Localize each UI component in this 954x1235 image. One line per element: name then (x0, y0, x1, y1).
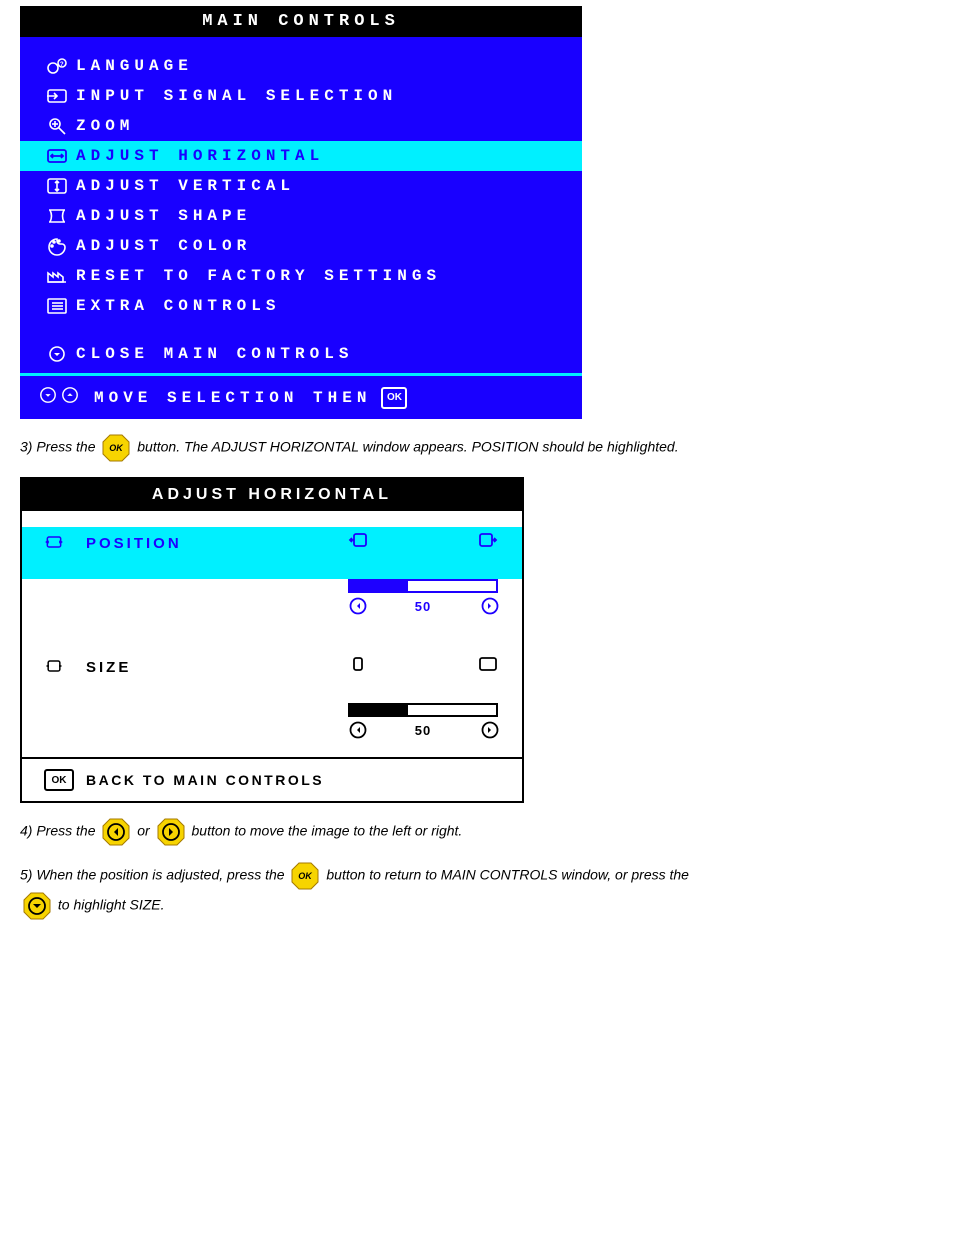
right-circle-icon[interactable] (480, 721, 498, 739)
menu-item-adjust-color[interactable]: ADJUST COLOR (20, 231, 582, 261)
shift-right-icon (478, 531, 498, 553)
size-progress (348, 703, 498, 717)
list-icon (38, 296, 76, 316)
left-button[interactable] (101, 817, 131, 847)
h-position-icon (44, 531, 86, 551)
menu-label: EXTRA CONTROLS (76, 297, 280, 315)
osd-menu: ? LANGUAGE INPUT SIGNAL SELECTION ZOOM A… (20, 37, 582, 373)
menu-label: ZOOM (76, 117, 134, 135)
menu-item-close[interactable]: CLOSE MAIN CONTROLS (20, 339, 582, 369)
menu-item-zoom[interactable]: ZOOM (20, 111, 582, 141)
menu-label: ADJUST VERTICAL (76, 177, 295, 195)
hint-text: MOVE SELECTION THEN (94, 389, 371, 407)
down-circle-icon (38, 344, 76, 364)
osd2-back[interactable]: OK BACK TO MAIN CONTROLS (22, 757, 522, 801)
ok-icon: OK (44, 769, 74, 791)
menu-label: RESET TO FACTORY SETTINGS (76, 267, 441, 285)
right-circle-icon[interactable] (480, 597, 498, 615)
svg-text:OK: OK (299, 871, 314, 881)
wide-icon (478, 655, 498, 677)
adjust-vertical-icon (38, 176, 76, 196)
back-label: BACK TO MAIN CONTROLS (86, 772, 324, 788)
ok-button[interactable]: OK (101, 433, 131, 463)
left-circle-icon[interactable] (348, 721, 366, 739)
option-size[interactable]: SIZE (22, 651, 522, 703)
adjust-horizontal-icon (38, 146, 76, 166)
option-label: POSITION (86, 531, 338, 552)
osd-title: MAIN CONTROLS (20, 6, 582, 37)
position-value: 50 (415, 599, 431, 614)
menu-label: ADJUST COLOR (76, 237, 251, 255)
menu-item-adjust-vertical[interactable]: ADJUST VERTICAL (20, 171, 582, 201)
menu-item-factory-reset[interactable]: RESET TO FACTORY SETTINGS (20, 261, 582, 291)
language-icon: ? (38, 56, 76, 76)
osd-hint-bar: MOVE SELECTION THEN OK (20, 373, 582, 419)
osd2-title: ADJUST HORIZONTAL (22, 479, 522, 511)
ok-icon: OK (381, 387, 407, 409)
zoom-icon (38, 116, 76, 136)
menu-label: LANGUAGE (76, 57, 193, 75)
position-progress (348, 579, 498, 593)
menu-item-language[interactable]: ? LANGUAGE (20, 51, 582, 81)
step-4: 4) Press the or button to move the image… (20, 817, 900, 847)
left-circle-icon[interactable] (348, 597, 366, 615)
factory-icon (38, 266, 76, 286)
menu-label: ADJUST HORIZONTAL (76, 147, 324, 165)
down-button[interactable] (22, 891, 52, 921)
up-circle-icon (60, 386, 80, 409)
adjust-shape-icon (38, 206, 76, 226)
right-button[interactable] (156, 817, 186, 847)
shift-left-icon (348, 531, 368, 553)
main-controls-osd: MAIN CONTROLS ? LANGUAGE INPUT SIGNAL SE… (20, 6, 582, 419)
menu-label: ADJUST SHAPE (76, 207, 251, 225)
option-position-value: 50 (22, 579, 522, 627)
svg-text:?: ? (60, 61, 69, 68)
option-label: SIZE (86, 655, 338, 676)
option-position[interactable]: POSITION (22, 527, 522, 579)
menu-label: CLOSE MAIN CONTROLS (76, 345, 353, 363)
narrow-icon (348, 655, 368, 677)
menu-item-adjust-horizontal[interactable]: ADJUST HORIZONTAL (20, 141, 582, 171)
menu-label: INPUT SIGNAL SELECTION (76, 87, 397, 105)
input-signal-icon (38, 86, 76, 106)
adjust-color-icon (38, 236, 76, 256)
menu-item-adjust-shape[interactable]: ADJUST SHAPE (20, 201, 582, 231)
h-size-icon (44, 655, 86, 675)
menu-item-extra-controls[interactable]: EXTRA CONTROLS (20, 291, 582, 321)
svg-text:OK: OK (110, 443, 125, 453)
step-5: 5) When the position is adjusted, press … (20, 861, 900, 921)
down-circle-icon (38, 386, 58, 409)
step-3: 3) Press the OK button. The ADJUST HORIZ… (20, 433, 900, 463)
option-size-value: 50 (22, 703, 522, 751)
size-value: 50 (415, 723, 431, 738)
menu-item-input-signal[interactable]: INPUT SIGNAL SELECTION (20, 81, 582, 111)
adjust-horizontal-osd: ADJUST HORIZONTAL POSITION 50 (20, 477, 524, 803)
ok-button[interactable]: OK (290, 861, 320, 891)
